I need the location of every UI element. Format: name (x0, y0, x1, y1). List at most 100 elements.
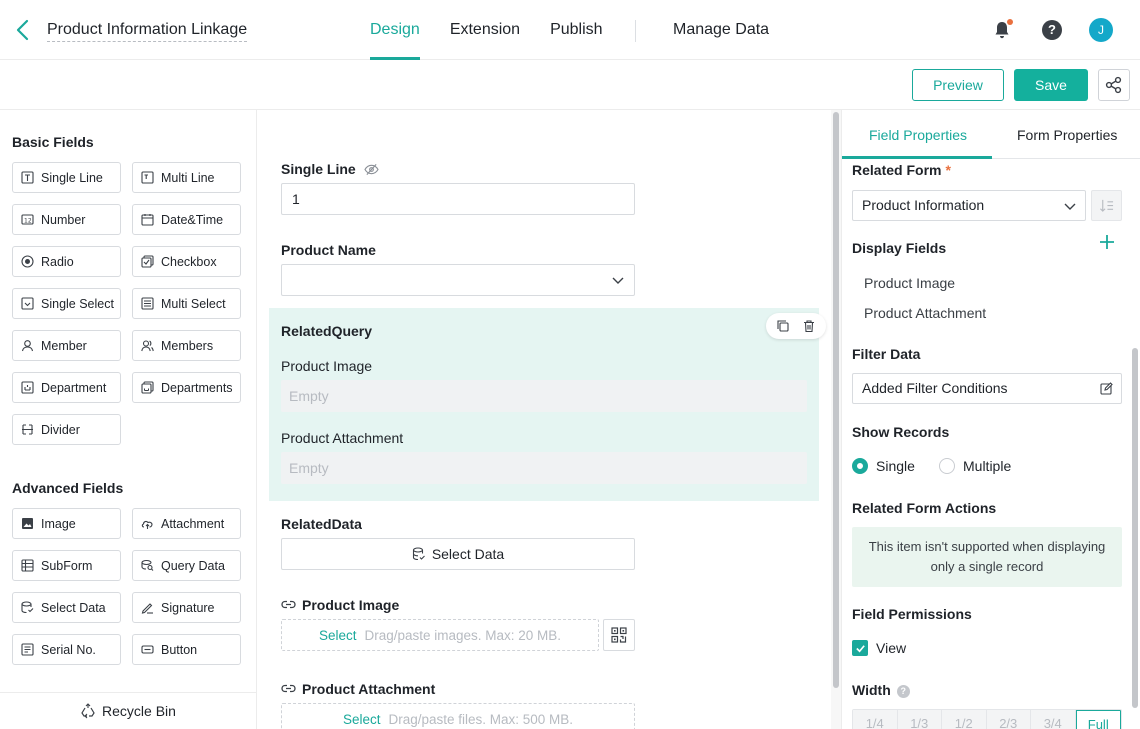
palette-select-data[interactable]: Select Data (12, 592, 121, 623)
tab-form-properties[interactable]: Form Properties (1017, 127, 1117, 143)
checkbox-label: View (876, 640, 907, 656)
palette-divider[interactable]: Divider (12, 414, 121, 445)
radio-single[interactable]: Single (852, 458, 915, 474)
palette-subform[interactable]: SubForm (12, 550, 121, 581)
palette-members[interactable]: Members (132, 330, 241, 361)
palette-label: SubForm (41, 558, 93, 573)
palette-label: Button (161, 642, 198, 657)
tab-extension[interactable]: Extension (450, 0, 520, 60)
palette-serial-number[interactable]: Serial No. (12, 634, 121, 665)
palette-label: Single Select (41, 296, 114, 311)
product-attachment-upload[interactable]: Select Drag/paste files. Max: 500 MB. (281, 703, 635, 729)
info-icon[interactable]: ? (896, 685, 910, 698)
svg-text:12: 12 (24, 218, 32, 225)
canvas-scroll-thumb[interactable] (833, 112, 839, 688)
view-permission-checkbox[interactable]: View (852, 640, 906, 656)
related-form-label: Related Form * (852, 162, 951, 178)
select-data-icon (21, 601, 34, 614)
width-option[interactable]: 1/2 (942, 710, 987, 729)
chevron-down-icon (612, 277, 624, 284)
palette-radio[interactable]: Radio (12, 246, 121, 277)
palette-member[interactable]: Member (12, 330, 121, 361)
palette-attachment[interactable]: Attachment (132, 508, 241, 539)
palette-checkbox[interactable]: Checkbox (132, 246, 241, 277)
palette-multi-line[interactable]: Multi Line (132, 162, 241, 193)
display-field-item[interactable]: Product Image (864, 275, 955, 291)
copy-icon[interactable] (776, 319, 790, 333)
palette-departments[interactable]: Departments (132, 372, 241, 403)
filter-conditions-field[interactable]: Added Filter Conditions (852, 373, 1122, 404)
select-file-link[interactable]: Select (343, 712, 381, 727)
signature-icon (141, 603, 153, 614)
serial-number-icon (21, 643, 34, 656)
palette-label: Single Line (41, 170, 103, 185)
product-name-select[interactable] (281, 264, 635, 296)
chevron-down-icon (1064, 203, 1076, 210)
radio-multiple[interactable]: Multiple (939, 458, 1011, 474)
palette-label: Checkbox (161, 254, 217, 269)
manage-data-link[interactable]: Manage Data (673, 21, 769, 39)
width-option-selected[interactable]: Full (1075, 710, 1121, 729)
width-option[interactable]: 2/3 (986, 710, 1031, 729)
tab-field-properties[interactable]: Field Properties (869, 127, 967, 143)
preview-button[interactable]: Preview (912, 69, 1004, 101)
radio-checked-icon (852, 458, 868, 474)
back-arrow-icon[interactable] (12, 18, 34, 42)
palette-signature[interactable]: Signature (132, 592, 241, 623)
form-title[interactable]: Product Information Linkage (47, 21, 248, 42)
main-tabs: Design Extension Publish (370, 0, 633, 60)
related-query-field-value: Empty (281, 452, 807, 484)
sort-fields-button[interactable] (1091, 190, 1122, 221)
palette-image[interactable]: Image (12, 508, 121, 539)
related-form-select[interactable]: Product Information (852, 190, 1086, 221)
width-option[interactable]: 1/4 (853, 710, 898, 729)
attachment-icon (141, 520, 153, 529)
palette-label: Department (41, 380, 107, 395)
qr-code-icon (611, 627, 627, 643)
palette-button[interactable]: Button (132, 634, 241, 665)
palette-label: Number (41, 212, 86, 227)
recycle-icon (81, 703, 95, 719)
field-palette: Basic Fields Single Line Multi Line 12 N… (0, 110, 257, 729)
tab-design[interactable]: Design (370, 0, 420, 60)
product-attachment-label: Product Attachment (281, 681, 435, 697)
qr-code-button[interactable] (603, 619, 635, 651)
palette-department[interactable]: Department (12, 372, 121, 403)
related-query-field-label: Product Attachment (281, 430, 404, 446)
width-option[interactable]: 1/3 (897, 710, 942, 729)
single-line-input[interactable]: 1 (281, 183, 635, 215)
share-button[interactable] (1098, 69, 1130, 101)
tab-publish[interactable]: Publish (550, 0, 602, 60)
palette-query-data[interactable]: Query Data (132, 550, 241, 581)
palette-single-select[interactable]: Single Select (12, 288, 121, 319)
canvas-scrollbar[interactable] (831, 110, 841, 729)
display-field-item[interactable]: Product Attachment (864, 305, 986, 321)
properties-scrollbar[interactable] (1129, 110, 1140, 729)
width-label: Width? (852, 682, 910, 698)
hidden-eye-icon (363, 164, 379, 175)
link-icon (281, 684, 296, 693)
select-image-link[interactable]: Select (319, 628, 357, 643)
palette-label: Member (41, 338, 87, 353)
share-icon (1105, 76, 1122, 94)
palette-single-line[interactable]: Single Line (12, 162, 121, 193)
recycle-bin-button[interactable]: Recycle Bin (0, 692, 256, 729)
product-name-label: Product Name (281, 242, 376, 258)
members-icon (141, 340, 154, 352)
product-image-upload[interactable]: Select Drag/paste images. Max: 20 MB. (281, 619, 599, 651)
related-query-block[interactable]: RelatedQuery Product Image Empty Product… (269, 308, 826, 501)
width-option[interactable]: 3/4 (1031, 710, 1076, 729)
delete-icon[interactable] (802, 319, 816, 333)
notification-bell-icon[interactable] (992, 19, 1013, 40)
palette-date-time[interactable]: Date&Time (132, 204, 241, 235)
save-button[interactable]: Save (1014, 69, 1088, 101)
help-icon[interactable]: ? (1042, 20, 1062, 40)
add-field-icon[interactable] (1099, 234, 1115, 250)
palette-label: Members (161, 338, 214, 353)
user-avatar[interactable]: J (1089, 18, 1113, 42)
related-form-actions-label: Related Form Actions (852, 500, 997, 516)
palette-number[interactable]: 12 Number (12, 204, 121, 235)
properties-scroll-thumb[interactable] (1132, 348, 1138, 708)
select-data-button[interactable]: Select Data (281, 538, 635, 570)
palette-multi-select[interactable]: Multi Select (132, 288, 241, 319)
